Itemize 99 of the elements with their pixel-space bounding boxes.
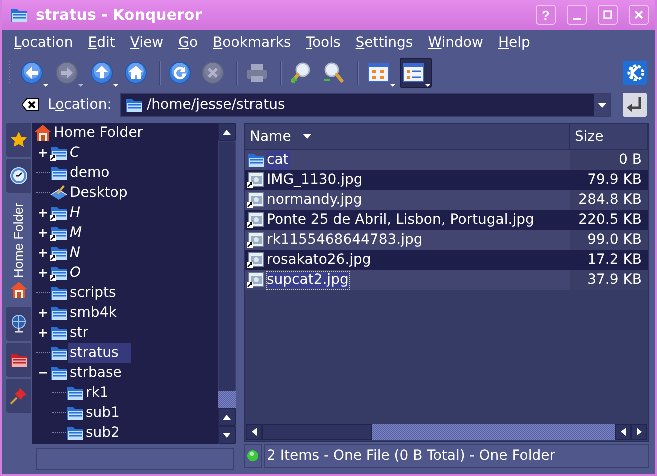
folder-icon: [50, 204, 68, 222]
folder-icon: [66, 404, 84, 422]
folder-icon: [50, 244, 68, 262]
right-triangle-icon: [636, 428, 642, 436]
scroll-up-button[interactable]: [218, 408, 236, 426]
folder-icon: [50, 324, 68, 342]
forward-arrow-icon: [54, 59, 84, 87]
tree-item[interactable]: C: [68, 143, 82, 163]
folder-icon: [50, 164, 68, 182]
status-text: 2 Items - One File (0 B Total) - One Folder: [264, 444, 649, 468]
sidebar-tab[interactable]: [6, 343, 31, 378]
scroll-down-button[interactable]: [218, 426, 236, 444]
file-size: 284.8 KB: [570, 190, 648, 210]
folder-icon: [124, 96, 143, 114]
detail-view-button[interactable]: [400, 58, 432, 88]
gear-logo-icon: [623, 61, 647, 85]
house-icon: [34, 124, 52, 142]
scroll-right-button[interactable]: [631, 424, 647, 440]
maximize-button[interactable]: [598, 5, 618, 25]
sidebar-tab[interactable]: [6, 307, 31, 342]
menu-item[interactable]: Tools: [304, 35, 351, 51]
up-triangle-icon: [223, 414, 231, 420]
scrollbar-track: [218, 391, 236, 408]
close-icon: [634, 10, 644, 20]
back-arrow-icon: [19, 59, 49, 87]
tree-item[interactable]: smb4k: [68, 303, 119, 323]
folder-icon: [66, 424, 84, 442]
folder-icon: [50, 344, 68, 362]
file-size: 37.9 KB: [570, 270, 648, 290]
folder-icon: [10, 6, 28, 24]
tree-item[interactable]: sub2: [84, 423, 122, 443]
tree-item[interactable]: sub1: [84, 403, 122, 423]
star-icon: [10, 131, 28, 149]
menu-item[interactable]: Bookmarks: [211, 35, 302, 51]
file-size: 99.0 KB: [570, 230, 648, 250]
window-title: stratus - Konqueror: [36, 6, 204, 24]
tree-item[interactable]: Desktop: [68, 183, 130, 203]
tree-item[interactable]: rk1: [84, 383, 111, 403]
menu-item[interactable]: Go: [176, 35, 208, 51]
tree-item[interactable]: H: [68, 203, 83, 223]
tree-item[interactable]: scripts: [68, 283, 118, 303]
pushpin-icon: [10, 387, 28, 406]
horizontal-scrollbar[interactable]: [246, 424, 647, 440]
menu-item[interactable]: Help: [496, 35, 540, 51]
down-triangle-icon: [223, 432, 231, 438]
location-label: Location:: [48, 97, 112, 113]
sort-arrow-icon: [303, 134, 312, 139]
menu-item[interactable]: Location: [12, 35, 84, 51]
minimize-icon: [573, 18, 581, 20]
scroll-up-button[interactable]: [218, 123, 236, 141]
folder-icon: [50, 284, 68, 302]
minimize-button[interactable]: [567, 5, 587, 25]
left-triangle-icon: [252, 428, 256, 436]
location-field[interactable]: /home/jesse/stratus: [120, 93, 611, 117]
file-name[interactable]: supcat2.jpg: [266, 270, 350, 290]
tree-item[interactable]: N: [68, 243, 82, 263]
menu-item[interactable]: Window: [426, 35, 494, 51]
file-size: 79.9 KB: [570, 170, 648, 190]
tree-item[interactable]: strbase: [68, 363, 124, 383]
folder-icon: [66, 384, 84, 402]
file-size: 0 B: [570, 150, 648, 170]
clear-location-icon[interactable]: [22, 98, 40, 112]
up-arrow-icon: [89, 59, 119, 87]
close-button[interactable]: [629, 5, 649, 25]
sidebar-tab[interactable]: [6, 123, 31, 157]
left-triangle-icon: [620, 428, 626, 436]
file-name[interactable]: cat: [266, 150, 290, 170]
menu-item[interactable]: Settings: [354, 35, 424, 51]
menu-item[interactable]: View: [128, 35, 174, 51]
sidebar-tab[interactable]: [6, 159, 31, 193]
tree-item[interactable]: demo: [68, 163, 112, 183]
tree-item[interactable]: O: [68, 263, 84, 283]
go-button[interactable]: [623, 92, 649, 118]
globe-icon: [10, 315, 28, 334]
menu-item[interactable]: Edit: [86, 35, 126, 51]
clock-icon: [10, 167, 28, 185]
scrollbar-thumb[interactable]: [219, 142, 235, 391]
folder-icon: [10, 351, 28, 370]
column-header[interactable]: Name: [245, 124, 570, 149]
scrollbar-thumb[interactable]: [262, 424, 372, 440]
tree-item[interactable]: Home Folder: [52, 123, 146, 143]
tree-item[interactable]: M: [68, 223, 84, 243]
tree-item[interactable]: str: [68, 323, 91, 343]
up-triangle-icon: [223, 130, 231, 134]
folder-icon: [50, 304, 68, 322]
folder-icon: [50, 364, 68, 382]
tree-item[interactable]: stratus: [68, 343, 131, 363]
file-size: 17.2 KB: [570, 250, 648, 270]
folder-icon: [50, 224, 68, 242]
scroll-left-button[interactable]: [246, 424, 262, 440]
vertical-scrollbar[interactable]: [218, 123, 236, 444]
file-size: 220.5 KB: [570, 210, 648, 230]
folder-icon: [50, 144, 68, 162]
maximize-icon: [603, 10, 613, 20]
folder-icon: [50, 264, 68, 282]
column-header[interactable]: Size: [570, 124, 648, 149]
scroll-left-button[interactable]: [615, 424, 631, 440]
house-icon: [10, 281, 28, 300]
desktop-icon: [50, 184, 68, 202]
